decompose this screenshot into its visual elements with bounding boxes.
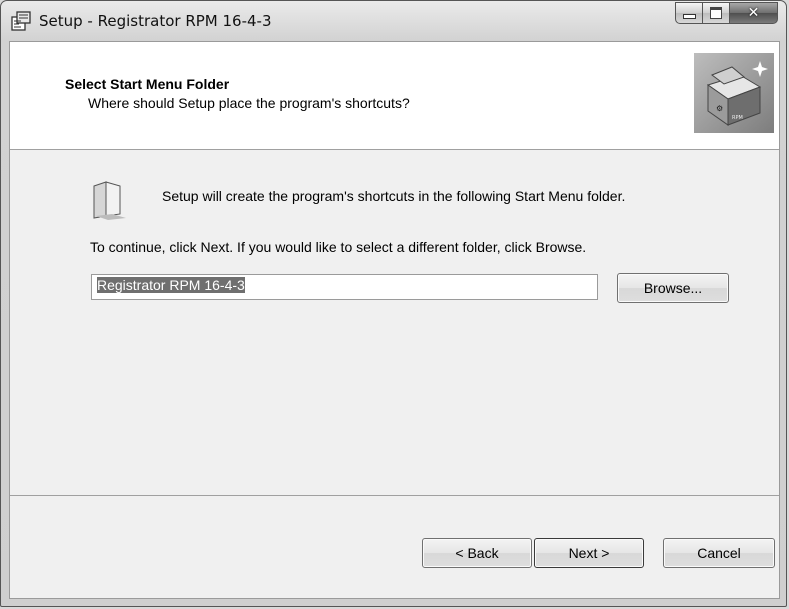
start-menu-folder-icon	[93, 181, 126, 220]
folder-input-value: Registrator RPM 16-4-3	[97, 277, 245, 293]
maximize-button[interactable]	[703, 2, 730, 24]
close-button[interactable]: ✕	[730, 2, 778, 24]
page-subtitle: Where should Setup place the program's s…	[88, 95, 410, 111]
next-button[interactable]: Next >	[534, 538, 644, 568]
wizard-client-area: Select Start Menu Folder Where should Se…	[9, 41, 780, 599]
setup-icon	[11, 11, 31, 31]
minimize-button[interactable]	[675, 2, 703, 24]
minimize-icon	[682, 13, 696, 19]
window-title: Setup - Registrator RPM 16-4-3	[39, 12, 272, 30]
svg-text:⚙: ⚙	[716, 104, 723, 113]
installer-box-image: ⚙ RPM	[694, 53, 774, 133]
start-menu-folder-input[interactable]: Registrator RPM 16-4-3	[91, 274, 598, 300]
caption-buttons: ✕	[675, 2, 778, 25]
instructions-text: To continue, click Next. If you would li…	[90, 239, 587, 255]
browse-button[interactable]: Browse...	[617, 273, 729, 303]
title-bar[interactable]: Setup - Registrator RPM 16-4-3 ✕	[1, 1, 786, 41]
svg-text:RPM: RPM	[732, 115, 743, 121]
info-text: Setup will create the program's shortcut…	[162, 188, 626, 204]
wizard-body: Setup will create the program's shortcut…	[10, 149, 779, 495]
close-icon: ✕	[747, 5, 760, 21]
page-title: Select Start Menu Folder	[65, 76, 230, 92]
back-button[interactable]: < Back	[422, 538, 532, 568]
wizard-footer: < Back Next > Cancel	[10, 495, 779, 598]
maximize-icon	[710, 7, 722, 19]
cancel-button[interactable]: Cancel	[663, 538, 775, 568]
wizard-header: Select Start Menu Folder Where should Se…	[10, 42, 779, 150]
setup-window: Setup - Registrator RPM 16-4-3 ✕ Select …	[0, 0, 787, 607]
